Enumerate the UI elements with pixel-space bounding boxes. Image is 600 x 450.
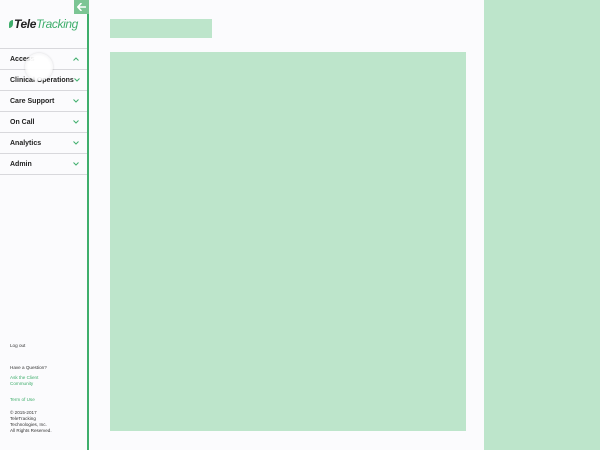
logo-tele-text: Tele: [14, 17, 36, 31]
question-label: Have a Question?: [10, 365, 47, 370]
chevron-down-icon: [73, 141, 79, 145]
content-placeholder: [110, 52, 466, 431]
sidebar-item-label: Access: [10, 55, 35, 63]
leaf-icon: [9, 20, 13, 28]
collapse-sidebar-button[interactable]: [74, 0, 89, 14]
page-title-placeholder: [110, 19, 212, 38]
sidebar-item-on-call[interactable]: On Call: [0, 112, 87, 133]
copyright-line3: Technologies, Inc.: [10, 422, 47, 427]
sidebar-item-clinical-operations[interactable]: Clinical Operations: [0, 70, 87, 91]
copyright-line1: © 2015-2017: [10, 410, 37, 415]
chevron-up-icon: [73, 57, 79, 61]
sidebar-nav: Access Clinical Operations Care Support …: [0, 48, 87, 175]
sidebar-item-label: Care Support: [10, 97, 55, 105]
sidebar-item-label: Clinical Operations: [10, 76, 74, 84]
right-panel-placeholder: [484, 0, 600, 450]
ask-community-line1: Ask the Client: [10, 375, 39, 380]
sidebar-item-admin[interactable]: Admin: [0, 154, 87, 175]
copyright-text: © 2015-2017 TeleTracking Technologies, I…: [10, 410, 84, 434]
logo-tracking-text: Tracking: [35, 17, 78, 31]
chevron-down-icon: [73, 120, 79, 124]
logout-link[interactable]: Log out: [10, 343, 84, 349]
terms-of-use-link[interactable]: Term of Use: [10, 397, 84, 403]
chevron-down-icon: [73, 162, 79, 166]
sidebar-item-care-support[interactable]: Care Support: [0, 91, 87, 112]
app-window: Tele Tracking Access Clinical Operations…: [0, 0, 600, 450]
ask-community-line2: Community: [10, 381, 34, 386]
copyright-line4: All Rights Reserved.: [10, 428, 52, 433]
chevron-down-icon: [73, 78, 80, 82]
chevron-down-icon: [73, 99, 79, 103]
sidebar-item-label: Analytics: [10, 139, 42, 147]
sidebar-item-label: On Call: [10, 118, 35, 126]
ask-community-link[interactable]: Ask the Client Community: [10, 375, 84, 387]
teletracking-logo: Tele Tracking: [9, 17, 78, 31]
arrow-left-icon: [77, 3, 86, 11]
sidebar-footer: Log out Have a Question? Ask the Client …: [10, 343, 84, 434]
sidebar-item-access[interactable]: Access: [0, 49, 87, 70]
sidebar-item-label: Admin: [10, 160, 32, 168]
copyright-line2: TeleTracking: [10, 416, 36, 421]
sidebar: Tele Tracking Access Clinical Operations…: [0, 0, 89, 450]
sidebar-item-analytics[interactable]: Analytics: [0, 133, 87, 154]
